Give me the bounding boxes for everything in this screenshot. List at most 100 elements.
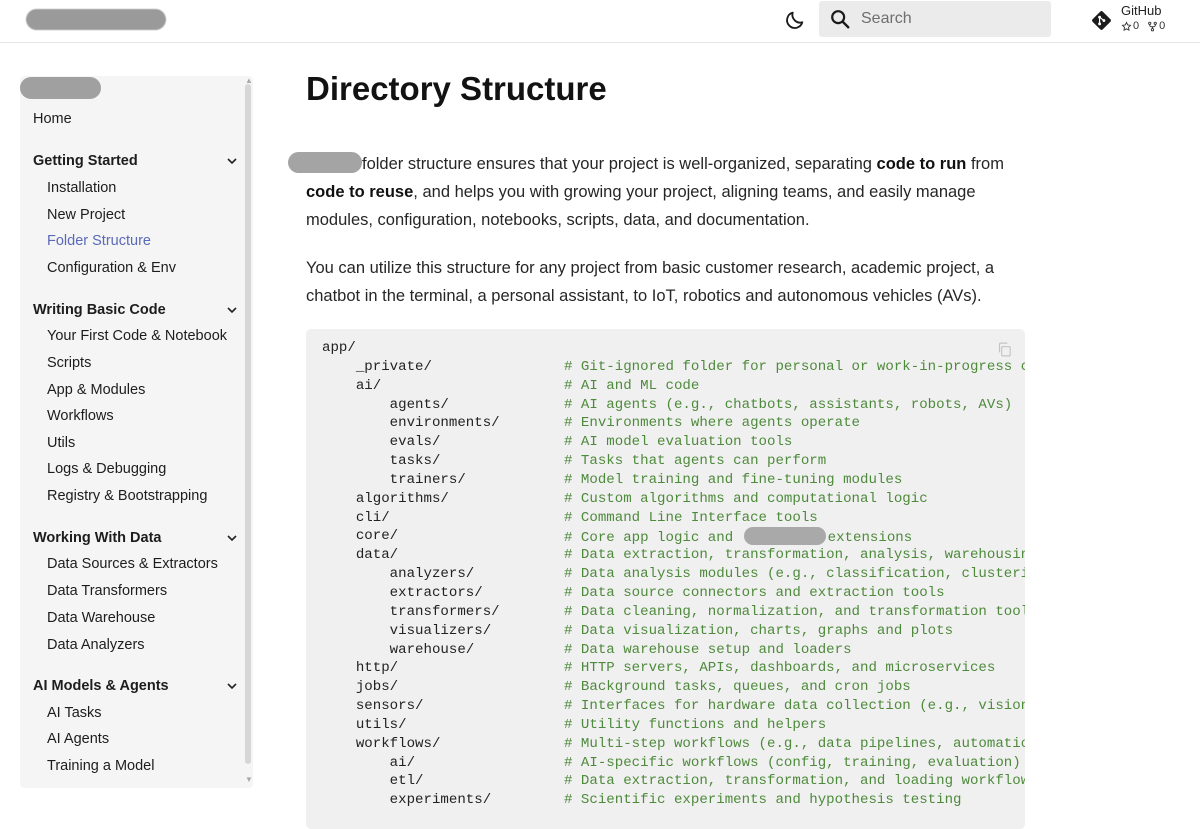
code-line: core/ # Core app logic and extensions [322, 527, 912, 546]
code-comment: # Command Line Interface tools [564, 509, 818, 528]
sidebar-item-data-warehouse[interactable]: Data Warehouse [47, 610, 155, 626]
code-line: utils/ # Utility functions and helpers [322, 716, 826, 735]
code-path: utils/ [322, 716, 407, 733]
top-bar: GitHub 0 0 [0, 0, 1200, 43]
intro-bold-2: code to reuse [306, 183, 414, 201]
code-line: etl/ # Data extraction, transformation, a… [322, 772, 1025, 791]
code-comment: # Git-ignored folder for personal or wor… [564, 358, 1025, 377]
code-comment-text: # Utility functions and helpers [564, 716, 827, 733]
code-comment: # Data analysis modules (e.g., classific… [564, 565, 1025, 584]
code-comment: # Custom algorithms and computational lo… [564, 490, 928, 509]
star-count: 0 [1133, 20, 1140, 32]
code-comment: # Environments where agents operate [564, 414, 860, 433]
code-comment-text: # Data source connectors and extraction … [564, 584, 945, 601]
code-path: visualizers/ [322, 622, 492, 639]
github-link[interactable]: GitHub 0 0 [1090, 4, 1200, 38]
code-path: trainers/ [322, 471, 466, 488]
sidebar-item-configuration-env[interactable]: Configuration & Env [47, 260, 176, 276]
fork-icon [1148, 21, 1157, 31]
sidebar-item-first-code[interactable]: Your First Code & Notebook [47, 328, 227, 344]
star-icon [1121, 20, 1132, 31]
code-comment-text: # Git-ignored folder for personal or wor… [564, 358, 1025, 375]
sidebar-section-writing-basic-code[interactable]: Writing Basic Code [33, 302, 238, 318]
code-line: http/ # HTTP servers, APIs, dashboards, a… [322, 659, 996, 678]
sidebar-item-utils[interactable]: Utils [47, 435, 75, 451]
code-line: environments/ # Environments where agents… [322, 414, 860, 433]
brand-name [288, 152, 362, 173]
code-path: etl/ [322, 773, 424, 790]
code-path: analyzers/ [322, 566, 475, 583]
sidebar-item-home[interactable]: Home [33, 111, 72, 127]
sidebar-item-new-project[interactable]: New Project [47, 207, 125, 223]
search-box[interactable] [819, 1, 1051, 37]
code-path: experiments/ [322, 792, 492, 809]
intro-paragraph: folder structure ensures that your proje… [288, 150, 1026, 234]
sidebar-item-scripts[interactable]: Scripts [47, 355, 91, 371]
section-title: AI Models & Agents [33, 678, 169, 694]
code-line: ai/ # AI-specific workflows (config, trai… [322, 754, 1021, 773]
code-comment-text: # Tasks that agents can perform [564, 453, 827, 470]
code-line: ai/ # AI and ML code [322, 377, 700, 396]
theme-toggle-button[interactable] [782, 7, 808, 33]
sidebar-item-workflows[interactable]: Workflows [47, 408, 114, 424]
code-comment-text: # Command Line Interface tools [564, 509, 818, 526]
code-path: _private/ [322, 358, 432, 375]
code-comment: # Interfaces for hardware data collectio… [564, 697, 1025, 716]
code-line: jobs/ # Background tasks, queues, and cro… [322, 678, 911, 697]
sidebar-item-app-modules[interactable]: App & Modules [47, 382, 145, 398]
sidebar-section-ai-models-agents[interactable]: AI Models & Agents [33, 678, 238, 694]
code-comment: # AI and ML code [564, 377, 699, 396]
section-title: Getting Started [33, 153, 138, 169]
code-comment-text: # Data visualization, charts, graphs and… [564, 622, 954, 639]
code-comment-text: # AI model evaluation tools [564, 434, 793, 451]
code-line: data/ # Data extraction, transformation, … [322, 546, 1025, 565]
code-path: evals/ [322, 434, 441, 451]
code-path: core/ [322, 528, 399, 545]
code-path: cli/ [322, 509, 390, 526]
code-comment-text: # AI and ML code [564, 377, 700, 394]
sidebar-item-data-transformers[interactable]: Data Transformers [47, 583, 167, 599]
sidebar-item-ai-agents[interactable]: AI Agents [47, 731, 109, 747]
code-comment-text: # AI-specific workflows (config, trainin… [564, 754, 1021, 771]
scroll-down-arrow[interactable]: ▼ [245, 775, 253, 784]
intro-bold-1: code to run [876, 155, 967, 173]
site-logo[interactable] [26, 9, 166, 30]
copy-icon[interactable] [996, 341, 1013, 358]
moon-icon [786, 11, 804, 29]
sidebar-item-installation[interactable]: Installation [47, 180, 116, 196]
code-line: trainers/ # Model training and fine-tunin… [322, 471, 903, 490]
sidebar-item-folder-structure[interactable]: Folder Structure [47, 233, 151, 249]
chevron-down-icon [227, 683, 237, 690]
code-comment: # Data cleaning, normalization, and tran… [564, 603, 1025, 622]
code-block[interactable]: app/ _private/ # Git-ignored folder for p… [306, 329, 1025, 829]
code-line: experiments/ # Scientific experiments and… [322, 791, 962, 810]
code-comment: # Data extraction, transformation, and l… [564, 772, 1025, 791]
github-stars: 0 [1121, 20, 1139, 32]
sidebar-section-working-with-data[interactable]: Working With Data [33, 530, 238, 546]
code-comment-text: # Environments where agents operate [564, 415, 861, 432]
code-comment-text: # Data extraction, transformation, analy… [564, 547, 1025, 564]
code-comment: # HTTP servers, APIs, dashboards, and mi… [564, 659, 995, 678]
page-title: Directory Structure [306, 70, 607, 107]
sidebar-item-logs-debugging[interactable]: Logs & Debugging [47, 461, 166, 477]
code-comment: # AI-specific workflows (config, trainin… [564, 754, 1021, 773]
sidebar-item-registry[interactable]: Registry & Bootstrapping [47, 488, 207, 504]
code-comment-text: # Model training and fine-tuning modules [564, 471, 903, 488]
sidebar-item-data-sources[interactable]: Data Sources & Extractors [47, 556, 218, 572]
sidebar-scrollbar[interactable] [245, 84, 251, 764]
sidebar-logo [20, 77, 101, 99]
sidebar-section-getting-started[interactable]: Getting Started [33, 153, 238, 169]
code-comment: # Model training and fine-tuning modules [564, 471, 902, 490]
sidebar-item-data-analyzers[interactable]: Data Analyzers [47, 637, 145, 653]
code-content: app/ _private/ # Git-ignored folder for p… [322, 339, 1025, 810]
search-input[interactable] [861, 10, 1031, 28]
sidebar-item-ai-tasks[interactable]: AI Tasks [47, 705, 102, 721]
code-line: workflows/ # Multi-step workflows (e.g., … [322, 735, 1025, 754]
github-forks: 0 [1147, 20, 1165, 32]
intro-text-1: folder structure ensures that your proje… [362, 155, 877, 173]
section-title: Working With Data [33, 530, 162, 546]
code-path: sensors/ [322, 698, 424, 715]
sidebar-item-training-model[interactable]: Training a Model [47, 758, 154, 774]
code-comment-text: # Custom algorithms and computational lo… [564, 490, 928, 507]
code-path: jobs/ [322, 679, 399, 696]
